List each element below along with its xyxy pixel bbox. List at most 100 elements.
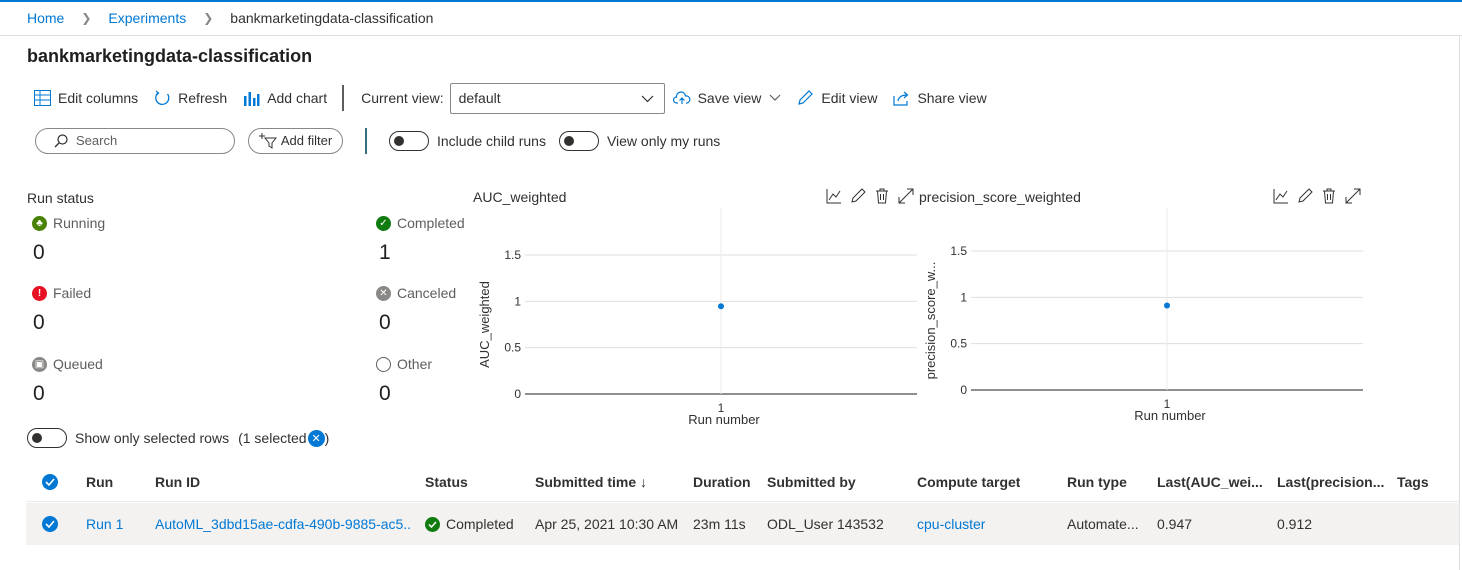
submitted-by-cell: ODL_User 143532 bbox=[767, 516, 884, 532]
breadcrumb-current: bankmarketingdata-classification bbox=[230, 10, 434, 26]
filter-icon bbox=[258, 132, 277, 149]
completed-count: 1 bbox=[379, 241, 391, 264]
show-selected-rows-toggle[interactable] bbox=[27, 428, 67, 448]
row-checkbox[interactable] bbox=[42, 503, 58, 545]
status-other: Other bbox=[376, 356, 432, 372]
checkmark-icon bbox=[42, 473, 58, 490]
y-tick-label: 0 bbox=[514, 387, 521, 401]
compute-target-link[interactable]: cpu-cluster bbox=[917, 503, 985, 545]
edit-columns-button[interactable]: Edit columns bbox=[33, 89, 138, 107]
completed-label: Completed bbox=[397, 215, 465, 231]
other-label: Other bbox=[397, 356, 433, 372]
search-placeholder: Search bbox=[76, 133, 118, 148]
edit-view-button[interactable]: Edit view bbox=[796, 89, 877, 107]
chevron-down-icon bbox=[641, 90, 654, 106]
chevron-down-icon[interactable] bbox=[769, 94, 781, 102]
search-icon bbox=[54, 133, 68, 148]
column-header-tags[interactable]: Tags bbox=[1397, 462, 1429, 501]
line-chart-icon[interactable] bbox=[1273, 188, 1289, 204]
column-header-compute-target[interactable]: Compute target bbox=[917, 462, 1020, 501]
edit-columns-label: Edit columns bbox=[58, 90, 139, 106]
running-icon: ♣ bbox=[32, 215, 47, 231]
view-only-my-runs-toggle-group: View only my runs bbox=[558, 130, 720, 151]
top-accent-line bbox=[0, 0, 1462, 2]
table-row[interactable]: Run 1 AutoML_3dbd15ae-cdfa-490b-9885-ac5… bbox=[26, 503, 1459, 545]
run-status-cell: Completed bbox=[425, 503, 514, 545]
clear-selection-icon[interactable]: ✕ bbox=[307, 429, 325, 447]
add-chart-label: Add chart bbox=[267, 90, 328, 106]
run-name-link[interactable]: Run 1 bbox=[86, 503, 123, 545]
status-queued: ▣ Queued bbox=[32, 356, 103, 372]
column-header-submitted-time[interactable]: Submitted time ↓ bbox=[535, 462, 647, 501]
select-all-checkbox[interactable] bbox=[42, 462, 58, 501]
table-icon bbox=[33, 89, 51, 107]
show-selected-rows: Show only selected rows (1 selected ✕ ) bbox=[27, 428, 329, 448]
run-id-link[interactable]: AutoML_3dbd15ae-cdfa-490b-9885-ac5... bbox=[155, 503, 410, 545]
column-header-last-precision[interactable]: Last(precision... bbox=[1277, 462, 1384, 501]
failed-label: Failed bbox=[53, 285, 92, 301]
breadcrumb-experiments[interactable]: Experiments bbox=[108, 10, 186, 26]
expand-icon[interactable] bbox=[898, 188, 914, 204]
trash-icon[interactable] bbox=[1321, 188, 1337, 204]
refresh-button[interactable]: Refresh bbox=[153, 89, 227, 107]
column-header-submitted-by[interactable]: Submitted by bbox=[767, 462, 856, 501]
include-child-runs-toggle[interactable] bbox=[389, 130, 429, 151]
y-tick-label: 0.5 bbox=[504, 341, 521, 355]
add-chart-button[interactable]: Add chart bbox=[242, 89, 327, 107]
chart-1-actions bbox=[826, 188, 914, 204]
share-view-button[interactable]: Share view bbox=[892, 89, 987, 107]
chart-1-plot: 00.511.51Run numberAUC_weighted bbox=[477, 208, 917, 427]
table-header: Run Run ID Status Submitted time ↓ Durat… bbox=[26, 462, 1459, 502]
other-count: 0 bbox=[379, 382, 391, 405]
status-completed: ✓ Completed bbox=[376, 215, 465, 231]
save-view-button[interactable]: Save view bbox=[672, 89, 782, 107]
chart-2-actions bbox=[1273, 188, 1361, 204]
y-tick-label: 0.5 bbox=[950, 337, 967, 351]
chevron-right-icon: ❯ bbox=[203, 11, 214, 25]
chart-1-title: AUC_weighted bbox=[473, 189, 567, 205]
y-tick-label: 1.5 bbox=[504, 248, 521, 262]
column-header-run[interactable]: Run bbox=[86, 462, 113, 501]
pencil-icon[interactable] bbox=[850, 188, 866, 204]
pencil-icon[interactable] bbox=[1297, 188, 1313, 204]
queued-label: Queued bbox=[53, 356, 103, 372]
status-failed: ! Failed bbox=[32, 285, 91, 301]
filter-bar: Search Add filter Include child runs Vie… bbox=[35, 127, 733, 154]
running-count: 0 bbox=[33, 241, 45, 264]
duration-cell: 23m 11s bbox=[693, 516, 746, 532]
toolbar-divider bbox=[342, 85, 345, 111]
current-view-value: default bbox=[458, 90, 501, 106]
column-header-run-type[interactable]: Run type bbox=[1067, 462, 1127, 501]
error-icon: ! bbox=[32, 285, 47, 301]
cloud-upload-icon bbox=[672, 89, 691, 107]
search-input[interactable]: Search bbox=[35, 127, 235, 154]
column-header-last-auc[interactable]: Last(AUC_wei... bbox=[1157, 462, 1263, 501]
add-filter-button[interactable]: Add filter bbox=[248, 127, 343, 154]
current-view-dropdown[interactable]: default bbox=[449, 82, 665, 114]
breadcrumb-home[interactable]: Home bbox=[27, 10, 64, 26]
pencil-icon bbox=[796, 89, 814, 107]
column-header-duration[interactable]: Duration bbox=[693, 462, 751, 501]
column-header-run-id[interactable]: Run ID bbox=[155, 462, 200, 501]
x-axis-label: Run number bbox=[688, 412, 760, 427]
circle-icon bbox=[376, 356, 391, 372]
selected-count-close: ) bbox=[324, 430, 330, 446]
include-child-runs-label: Include child runs bbox=[437, 132, 546, 149]
run-type-cell: Automate... bbox=[1067, 516, 1139, 532]
queued-count: 0 bbox=[33, 382, 45, 405]
checkmark-icon bbox=[425, 516, 440, 532]
last-precision-cell: 0.912 bbox=[1277, 516, 1313, 532]
header-divider bbox=[0, 35, 1462, 36]
cancel-icon: ✕ bbox=[376, 285, 391, 301]
show-selected-rows-label: Show only selected rows bbox=[75, 430, 230, 446]
breadcrumb: Home ❯ Experiments ❯ bankmarketingdata-c… bbox=[27, 10, 433, 26]
y-axis-label: AUC_weighted bbox=[477, 281, 492, 368]
expand-icon[interactable] bbox=[1345, 188, 1361, 204]
selected-count: (1 selected bbox=[238, 430, 307, 446]
view-only-my-runs-toggle[interactable] bbox=[558, 130, 599, 151]
trash-icon[interactable] bbox=[874, 188, 890, 204]
y-tick-label: 1.5 bbox=[950, 244, 967, 258]
filter-divider bbox=[365, 127, 367, 154]
column-header-status[interactable]: Status bbox=[425, 462, 468, 501]
line-chart-icon[interactable] bbox=[826, 188, 842, 204]
